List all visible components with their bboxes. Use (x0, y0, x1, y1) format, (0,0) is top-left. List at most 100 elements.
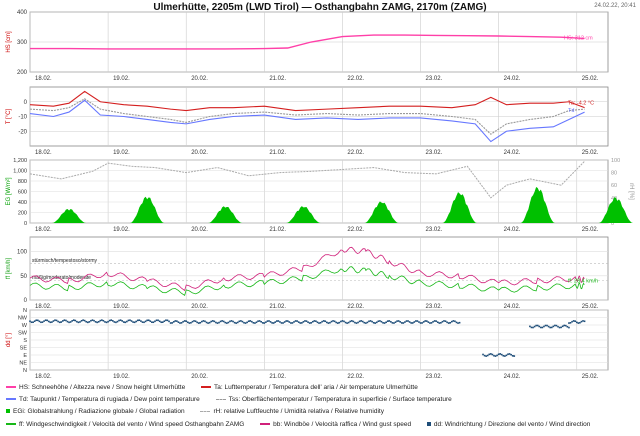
dd-point (341, 320, 344, 322)
panel-4-xtick: 19.02. (113, 304, 130, 310)
dd-point (180, 322, 183, 324)
legend-hs: HS: Schneehöhe / Altezza neve / Snow hei… (6, 384, 185, 391)
dd-point (402, 322, 405, 324)
legend-ta-swatch (201, 386, 212, 389)
panel-5-ytick: SE (20, 346, 28, 352)
panel-2-xtick: 18.02. (35, 150, 52, 156)
dd-point (163, 320, 166, 322)
dd-point (508, 353, 511, 355)
dd-point (500, 353, 503, 356)
dd-point (499, 353, 502, 355)
panel-5-xtick: 19.02. (113, 374, 130, 380)
dd-point (568, 326, 570, 329)
dd-point (533, 325, 536, 328)
panel-3-ytick: 600 (18, 190, 27, 196)
panel-5-ylabel: dd [°] (6, 333, 12, 347)
dd-point (536, 324, 539, 327)
panel-3-ytick: 0 (24, 221, 27, 227)
dd-point (169, 322, 172, 324)
panel-4-xtick: 22.02. (347, 304, 364, 310)
panel-5-xtick: 22.02. (347, 374, 364, 380)
dd-point (110, 319, 113, 321)
dd-point (65, 319, 67, 322)
panel-3-xtick: 18.02. (35, 227, 52, 233)
dd-point (291, 322, 294, 324)
dd-point (326, 321, 328, 324)
dd-point (58, 321, 61, 324)
legend-td-label: Td: Taupunkt / Temperatura di rugiada / … (19, 396, 200, 403)
dd-point (391, 322, 394, 324)
dd-point (332, 320, 334, 322)
dd-point (136, 319, 139, 322)
dd-point (165, 319, 167, 322)
dd-point (383, 322, 386, 324)
panel-1-xtick: 23.02. (426, 76, 443, 82)
dd-point (458, 321, 461, 324)
dd-point (261, 322, 264, 324)
dd-point (161, 321, 164, 324)
panel-2-ytick: -10 (18, 115, 27, 121)
dd-point (335, 321, 337, 324)
dd-point (196, 321, 198, 324)
panel-1-xtick: 20.02. (191, 76, 208, 82)
dd-point (79, 321, 81, 323)
dd-point (105, 321, 108, 324)
dd-point (311, 320, 314, 323)
dd-point (566, 325, 569, 328)
dd-point (66, 320, 69, 323)
panel-3-ylabel: EG [W/m²] (6, 177, 12, 205)
dd-point (130, 320, 133, 322)
dd-point (582, 320, 584, 322)
dd-point (177, 321, 180, 323)
dd-point (324, 320, 327, 323)
dd-point (122, 321, 125, 323)
dd-point (279, 321, 281, 323)
dd-point (277, 320, 280, 322)
dd-point (126, 320, 128, 323)
panel-3-ytick: 400 (18, 200, 27, 206)
dd-point (215, 321, 217, 324)
dd-point (560, 326, 562, 329)
dd-point (102, 319, 105, 322)
dd-point (144, 320, 147, 323)
panel-4-ylabel: ff [km/h] (6, 258, 12, 280)
panel-2-xtick: 25.02. (582, 150, 599, 156)
dd-point (368, 320, 370, 323)
panel-5-ytick: S (23, 338, 27, 344)
dd-point (263, 322, 266, 324)
dd-point (440, 322, 442, 324)
panel-4-ytick: 0 (24, 298, 28, 304)
panel-1-xtick: 21.02. (269, 76, 286, 82)
dd-point (133, 321, 136, 324)
dd-point (111, 320, 114, 322)
dd-point (376, 321, 378, 324)
legend-tss-swatch (215, 398, 226, 400)
dd-point (555, 324, 558, 327)
dd-point (62, 320, 64, 322)
dd-point (340, 320, 342, 323)
dd-point (419, 322, 422, 324)
dd-point (349, 320, 352, 323)
dd-point (280, 322, 283, 324)
dd-point (319, 321, 322, 324)
dd-point (96, 321, 98, 324)
dd-point (190, 321, 192, 324)
dd-point (302, 321, 305, 323)
dd-point (452, 320, 455, 322)
dd-point (408, 321, 411, 323)
dd-point (285, 320, 287, 322)
dd-point (577, 322, 580, 324)
panel-2-ytick: -20 (18, 129, 27, 135)
dd-point (241, 320, 244, 323)
dd-point (293, 321, 295, 323)
dd-point (154, 320, 156, 323)
dd-point (76, 320, 78, 323)
dd-point (91, 319, 94, 321)
dd-point (390, 320, 392, 323)
legend-hs-swatch (6, 386, 16, 389)
dd-point (455, 321, 458, 324)
dd-point (357, 321, 359, 324)
panel-5-ytick: E (23, 353, 27, 359)
dd-point (83, 319, 86, 322)
dd-point (513, 355, 516, 357)
